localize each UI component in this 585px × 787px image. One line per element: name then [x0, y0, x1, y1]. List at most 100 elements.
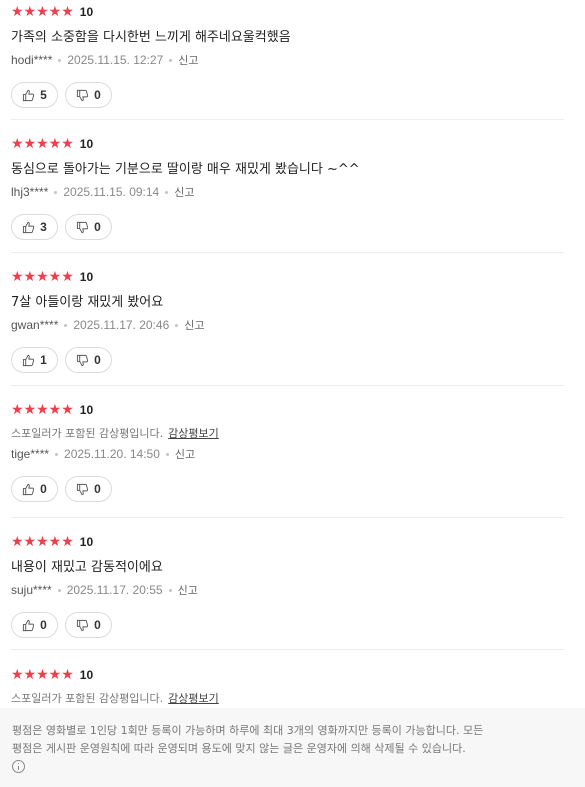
thumbs-down-icon	[77, 483, 89, 495]
dislike-count: 0	[94, 88, 101, 102]
dislike-button[interactable]: 0	[65, 612, 112, 638]
spoiler-text: 스포일러가 포함된 감상평입니다.	[11, 427, 164, 440]
review-content: 내용이 재밌고 감동적이에요	[11, 560, 163, 575]
like-count: 5	[40, 88, 47, 102]
review-item: ★★★★★ 10 7살 아들이랑 재밌게 봤어요 gwan**** 2025.11…	[11, 268, 564, 386]
review-writer: suju****	[11, 583, 52, 597]
rating-row: ★★★★★ 10	[11, 401, 564, 419]
like-button[interactable]: 0	[11, 476, 58, 502]
separator-dot	[57, 589, 61, 593]
separator-dot	[55, 453, 59, 457]
report-link[interactable]: 신고	[174, 186, 194, 199]
view-review-link[interactable]: 감상평보기	[168, 692, 219, 705]
vote-buttons: 0 0	[11, 612, 564, 638]
dislike-button[interactable]: 0	[65, 347, 112, 373]
review-item: ★★★★★ 10 스포일러가 포함된 감상평입니다. 감상평보기	[11, 666, 564, 708]
review-score: 10	[79, 270, 94, 284]
like-count: 1	[40, 353, 47, 367]
review-date: 2025.11.17. 20:55	[66, 583, 163, 597]
review-content: 7살 아들이랑 재밌게 봤어요	[11, 295, 164, 310]
review-meta: gwan**** 2025.11.17. 20:46 신고	[11, 316, 564, 334]
separator-dot	[54, 191, 58, 195]
star-rating: ★★★★★	[11, 4, 74, 20]
review-list: ★★★★★ 10 가족의 소중함을 다시한번 느끼게 해주네요울컥했음 hodi…	[0, 0, 585, 708]
dislike-count: 0	[94, 220, 101, 234]
dislike-button[interactable]: 0	[65, 82, 112, 108]
dislike-button[interactable]: 0	[65, 476, 112, 502]
thumbs-up-icon	[23, 354, 35, 366]
dislike-count: 0	[94, 353, 101, 367]
review-content: 동심으로 돌아가는 기분으로 딸이랑 매우 재밌게 봤습니다 ~^^	[11, 162, 360, 177]
thumbs-up-icon	[23, 483, 35, 495]
review-item: ★★★★★ 10 동심으로 돌아가는 기분으로 딸이랑 매우 재밌게 봤습니다 …	[11, 135, 564, 253]
review-writer: gwan****	[11, 318, 59, 332]
rating-row: ★★★★★ 10	[11, 268, 564, 286]
thumbs-down-icon	[77, 221, 89, 233]
thumbs-up-icon	[23, 89, 35, 101]
review-writer: hodi****	[11, 53, 53, 67]
review-meta: hodi**** 2025.11.15. 12:27 신고	[11, 51, 564, 69]
star-rating: ★★★★★	[11, 136, 74, 152]
like-count: 0	[40, 618, 47, 632]
review-item: ★★★★★ 10 내용이 재밌고 감동적이에요 suju**** 2025.11.…	[11, 533, 564, 650]
review-score: 10	[79, 137, 94, 151]
spoiler-notice: 스포일러가 포함된 감상평입니다. 감상평보기	[11, 425, 564, 442]
thumbs-up-icon	[23, 221, 35, 233]
rating-row: ★★★★★ 10	[11, 533, 564, 551]
star-rating: ★★★★★	[11, 402, 74, 418]
like-count: 3	[40, 220, 47, 234]
review-date: 2025.11.15. 12:27	[67, 53, 164, 67]
separator-dot	[169, 59, 173, 63]
like-button[interactable]: 1	[11, 347, 58, 373]
rating-row: ★★★★★ 10	[11, 135, 564, 153]
dislike-count: 0	[94, 618, 101, 632]
rating-row: ★★★★★ 10	[11, 3, 564, 21]
thumbs-down-icon	[77, 89, 89, 101]
thumbs-up-icon	[23, 619, 35, 631]
review-meta: lhj3**** 2025.11.15. 09:14 신고	[11, 183, 564, 201]
star-rating: ★★★★★	[11, 534, 74, 550]
review-content: 가족의 소중함을 다시한번 느끼게 해주네요울컥했음	[11, 30, 291, 45]
vote-buttons: 0 0	[11, 476, 564, 502]
like-count: 0	[40, 482, 47, 496]
separator-dot	[175, 324, 179, 328]
review-date: 2025.11.17. 20:46	[73, 318, 170, 332]
review-date: 2025.11.20. 14:50	[64, 447, 160, 461]
review-writer: tige****	[11, 447, 50, 461]
notice-line-2: 평점은 게시판 운영원칙에 따라 운영되며 용도에 맞지 않는 글은 운영자에 …	[12, 742, 466, 755]
spoiler-text: 스포일러가 포함된 감상평입니다.	[11, 692, 164, 705]
like-button[interactable]: 5	[11, 82, 58, 108]
thumbs-down-icon	[77, 619, 89, 631]
review-score: 10	[79, 668, 94, 682]
vote-buttons: 5 0	[11, 82, 564, 108]
separator-dot	[168, 589, 172, 593]
review-meta: suju**** 2025.11.17. 20:55 신고	[11, 581, 564, 599]
like-button[interactable]: 3	[11, 214, 58, 240]
separator-dot	[58, 59, 62, 63]
star-rating: ★★★★★	[11, 269, 74, 285]
report-link[interactable]: 신고	[184, 319, 204, 332]
notice-line-1: 평점은 영화별로 1인당 1회만 등록이 가능하며 하루에 최대 3개의 영화까…	[12, 724, 484, 737]
review-score: 10	[79, 5, 94, 19]
dislike-button[interactable]: 0	[65, 214, 112, 240]
like-button[interactable]: 0	[11, 612, 58, 638]
report-link[interactable]: 신고	[175, 448, 195, 461]
rating-policy-notice: 평점은 영화별로 1인당 1회만 등록이 가능하며 하루에 최대 3개의 영화까…	[0, 708, 585, 787]
report-link[interactable]: 신고	[178, 54, 198, 67]
report-link[interactable]: 신고	[178, 584, 198, 597]
review-writer: lhj3****	[11, 185, 49, 199]
separator-dot	[64, 324, 68, 328]
review-score: 10	[79, 403, 94, 417]
rating-row: ★★★★★ 10	[11, 666, 564, 684]
spoiler-notice: 스포일러가 포함된 감상평입니다. 감상평보기	[11, 690, 564, 707]
review-score: 10	[79, 535, 94, 549]
info-circle-icon[interactable]	[12, 760, 25, 773]
vote-buttons: 1 0	[11, 347, 564, 373]
review-date: 2025.11.15. 09:14	[63, 185, 160, 199]
vote-buttons: 3 0	[11, 214, 564, 240]
view-review-link[interactable]: 감상평보기	[168, 427, 219, 440]
separator-dot	[165, 191, 169, 195]
separator-dot	[165, 453, 169, 457]
dislike-count: 0	[94, 482, 101, 496]
review-item: ★★★★★ 10 스포일러가 포함된 감상평입니다. 감상평보기 tige****…	[11, 401, 564, 518]
